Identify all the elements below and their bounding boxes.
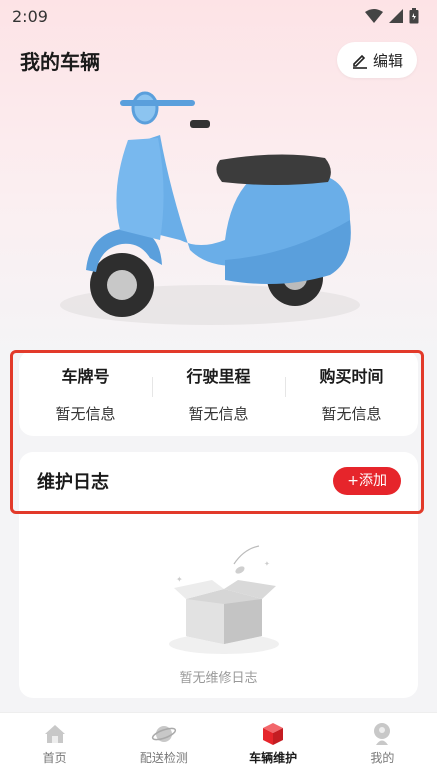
edit-label: 编辑	[372, 51, 403, 70]
wifi-icon	[365, 9, 383, 23]
tab-delivery-check-label: 配送检测	[139, 751, 188, 765]
empty-box-icon: ✦ ✦	[169, 545, 279, 654]
mileage-value: 暂无信息	[188, 404, 249, 423]
purchase-date-value: 暂无信息	[321, 404, 382, 423]
maintenance-log-section: 维护日志 +添加 ✦ ✦ 暂无维修日志	[19, 452, 418, 698]
home-icon	[44, 725, 65, 743]
status-icons	[365, 8, 419, 24]
svg-text:✦: ✦	[264, 560, 270, 568]
plate-number-label: 车牌号	[61, 366, 110, 386]
cube-icon	[263, 723, 284, 745]
purchase-date-info: 购买时间 暂无信息	[285, 363, 418, 424]
edit-button[interactable]: 编辑	[336, 42, 417, 78]
signal-icon	[389, 9, 403, 23]
tab-home-label: 首页	[42, 751, 67, 765]
scooter-image	[60, 91, 360, 325]
tab-home[interactable]: 首页	[0, 713, 109, 777]
page-title: 我的车辆	[20, 49, 100, 74]
mileage-info: 行驶里程 暂无信息	[152, 363, 285, 424]
status-time: 2:09	[12, 6, 48, 26]
maintenance-log-header: 维护日志 +添加	[19, 452, 418, 510]
status-bar: 2:09	[0, 0, 437, 32]
tab-vehicle-maintenance[interactable]: 车辆维护	[219, 713, 328, 777]
svg-text:✦: ✦	[176, 575, 183, 584]
maintenance-log-title: 维护日志	[37, 472, 109, 493]
profile-icon	[374, 723, 391, 745]
empty-log-text: 暂无维修日志	[179, 671, 258, 686]
tab-vehicle-maintenance-label: 车辆维护	[249, 751, 298, 765]
edit-icon	[352, 54, 367, 69]
plate-number-value: 暂无信息	[55, 404, 116, 423]
planet-icon	[151, 726, 176, 742]
mileage-label: 行驶里程	[186, 366, 251, 386]
tab-profile[interactable]: 我的	[328, 713, 437, 777]
tab-profile-label: 我的	[370, 751, 395, 765]
header: 我的车辆 编辑	[0, 40, 437, 80]
tab-delivery-check[interactable]: 配送检测	[109, 713, 218, 777]
bottom-tab-bar: 首页 配送检测 车辆维护 我的	[0, 712, 437, 777]
add-log-button[interactable]: +添加	[333, 467, 401, 495]
purchase-date-label: 购买时间	[319, 366, 384, 386]
plate-number-info: 车牌号 暂无信息	[19, 363, 152, 424]
battery-icon	[409, 8, 419, 24]
vehicle-info-card: 车牌号 暂无信息 行驶里程 暂无信息 购买时间 暂无信息	[19, 350, 418, 436]
